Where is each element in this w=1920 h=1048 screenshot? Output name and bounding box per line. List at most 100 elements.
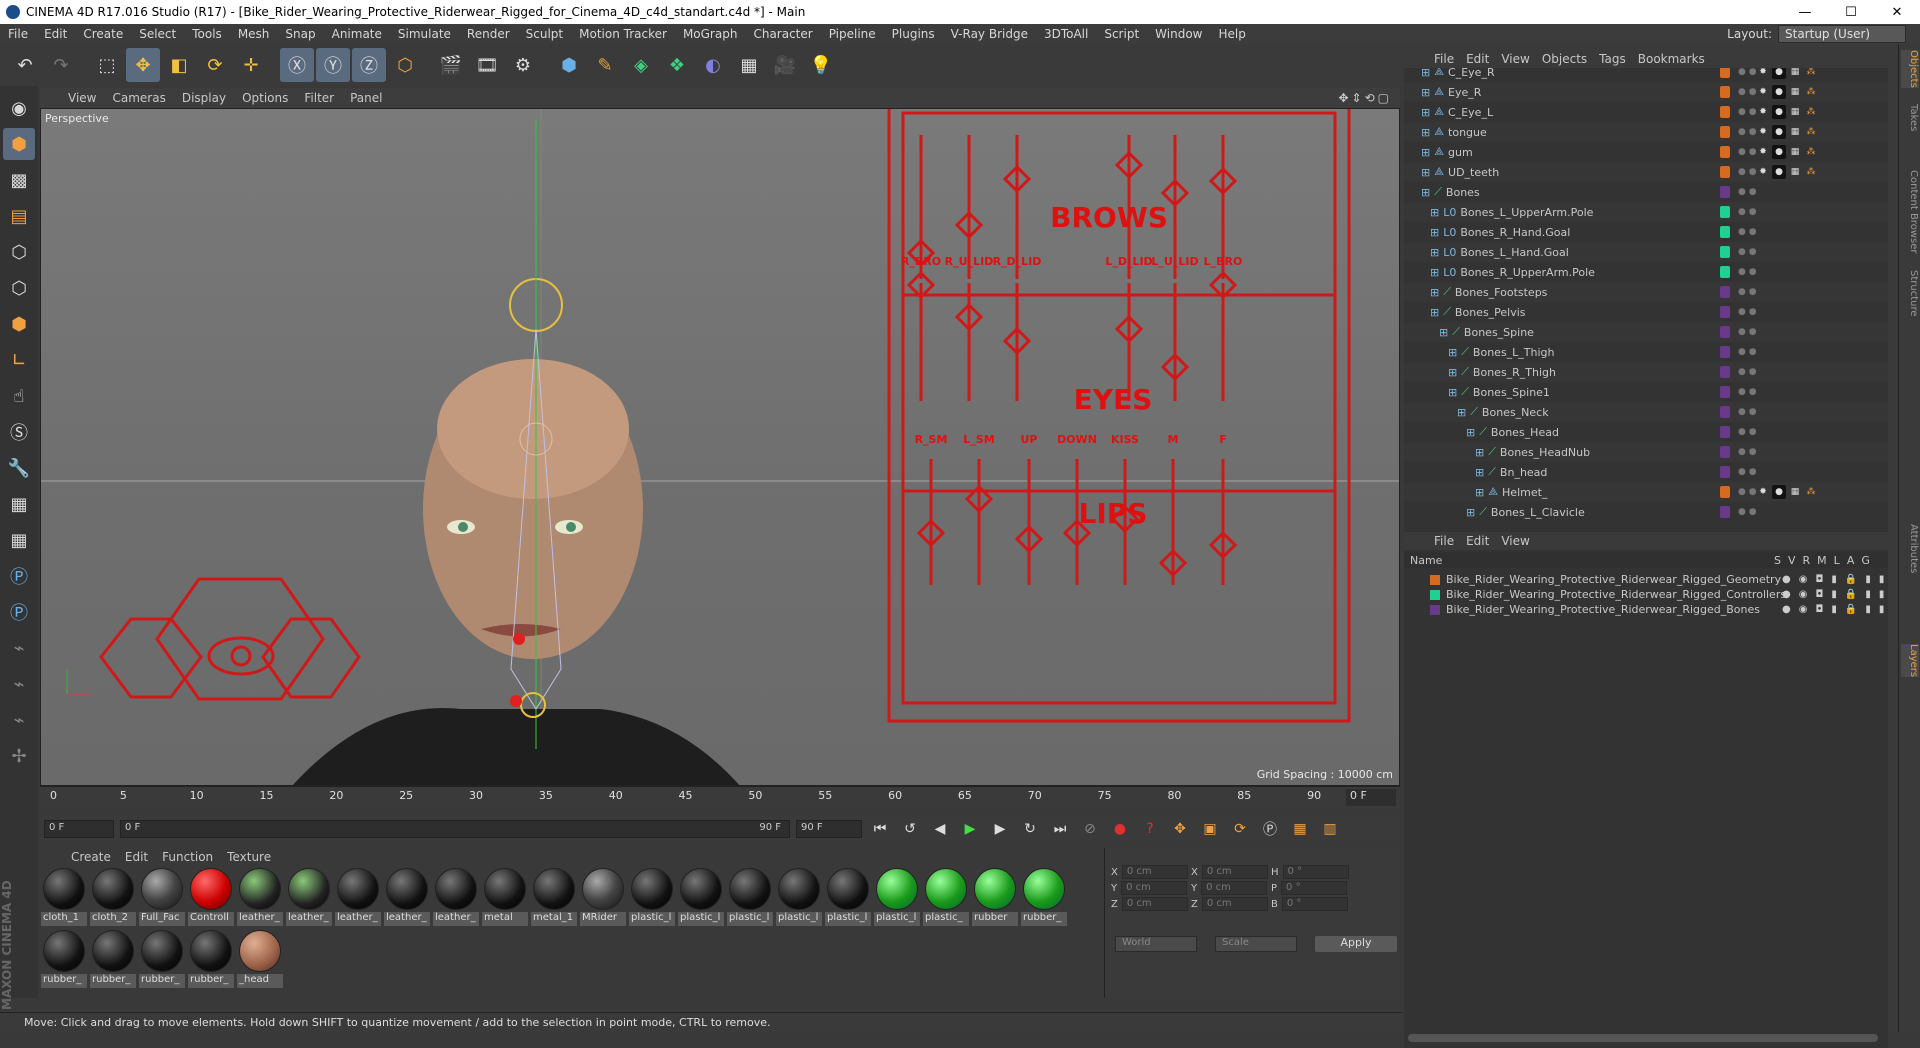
expand-toggle-icon[interactable]: ⊞ — [1475, 486, 1484, 499]
generator-toggle-icon[interactable]: ▮ — [1879, 574, 1885, 585]
visibility-dots-icon[interactable]: ● ● — [1738, 447, 1757, 457]
layer-color-swatch[interactable] — [1720, 186, 1730, 198]
menu-tools[interactable]: Tools — [184, 27, 230, 41]
selection-tag-icon[interactable]: ⁂ — [1804, 485, 1818, 499]
quantize-icon[interactable]: 🔧 — [3, 452, 35, 484]
texture-tag-icon[interactable]: ▦ — [1788, 85, 1802, 99]
apply-button[interactable]: Apply — [1315, 936, 1397, 952]
paint-icon[interactable]: ⌁ — [3, 668, 35, 700]
visible-toggle-icon[interactable]: ◉ — [1799, 589, 1808, 600]
side-tab-takes[interactable]: Takes — [1901, 104, 1919, 131]
layer-color-swatch[interactable] — [1720, 126, 1730, 138]
expand-toggle-icon[interactable]: ⊞ — [1421, 126, 1430, 139]
phong-tag-icon[interactable]: ✸ — [1756, 165, 1770, 179]
layer-color-swatch[interactable] — [1720, 146, 1730, 158]
generator-toggle-icon[interactable]: ▮ — [1879, 589, 1885, 600]
material-item[interactable]: _head — [237, 930, 283, 990]
material-tag-icon[interactable]: ● — [1772, 68, 1786, 79]
visibility-dots-icon[interactable]: ● ● — [1738, 407, 1757, 417]
menu-script[interactable]: Script — [1096, 27, 1147, 41]
layer-color-swatch[interactable] — [1720, 86, 1730, 98]
visibility-dots-icon[interactable]: ● ● — [1738, 207, 1757, 217]
material-item[interactable]: plastic_l — [825, 868, 871, 928]
object-row[interactable]: ⊞ ⟁ C_Eye_R ● ● ✸ ● ▦ ⁂ — [1404, 68, 1888, 82]
scale-tool-icon[interactable]: ◧ — [162, 48, 196, 82]
layer-color-swatch[interactable] — [1720, 346, 1730, 358]
material-menu-function[interactable]: Function — [155, 850, 220, 864]
object-row[interactable]: ⊞ ⟁ C_Eye_L ● ● ✸ ● ▦ ⁂ — [1404, 102, 1888, 122]
deformer-icon[interactable]: ◐ — [696, 48, 730, 82]
layer-icon[interactable]: ⌁ — [3, 632, 35, 664]
side-tab-content-browser[interactable]: Content Browser — [1901, 170, 1919, 253]
layer-color-swatch[interactable] — [1720, 106, 1730, 118]
viewport-nav-icons[interactable]: ✥⇕⟲▢ — [1338, 91, 1400, 105]
coord-pos-x-field[interactable]: 0 cm — [1121, 865, 1188, 879]
menu-snap[interactable]: Snap — [277, 27, 323, 41]
coord-rot-b-field[interactable]: 0 ° — [1281, 897, 1348, 911]
layer-row[interactable]: Bike_Rider_Wearing_Protective_Riderwear_… — [1404, 602, 1888, 617]
menu-file[interactable]: File — [0, 27, 36, 41]
layer-color-swatch[interactable] — [1720, 326, 1730, 338]
layer-color-swatch[interactable] — [1720, 68, 1730, 78]
layer-color-swatch[interactable] — [1720, 286, 1730, 298]
object-row[interactable]: ⊞ ⟋ Bones_HeadNub ● ● — [1404, 442, 1888, 462]
phong-tag-icon[interactable]: ✸ — [1756, 145, 1770, 159]
texture-tag-icon[interactable]: ▦ — [1788, 485, 1802, 499]
layer-color-swatch[interactable] — [1720, 266, 1730, 278]
horizontal-scrollbar[interactable] — [1408, 1034, 1878, 1042]
material-item[interactable]: leather_ — [237, 868, 283, 928]
visibility-dots-icon[interactable]: ● ● — [1738, 427, 1757, 437]
timeline-window-icon[interactable]: ▥ — [1318, 818, 1342, 840]
material-item[interactable]: rubber_ — [1021, 868, 1067, 928]
cube-object-icon[interactable]: ⬢ — [552, 48, 586, 82]
visibility-dots-icon[interactable]: ● ● — [1738, 127, 1757, 137]
expand-toggle-icon[interactable]: ⊞ — [1430, 306, 1439, 319]
coord-size-y-field[interactable]: 0 cm — [1201, 881, 1268, 895]
layer-row[interactable]: Bike_Rider_Wearing_Protective_Riderwear_… — [1404, 587, 1888, 602]
object-menu-bookmarks[interactable]: Bookmarks — [1632, 52, 1711, 66]
material-item[interactable]: rubber_ — [90, 930, 136, 990]
expand-toggle-icon[interactable]: ⊞ — [1430, 266, 1439, 279]
workplane-lock-icon[interactable]: ▦ — [3, 488, 35, 520]
move-tool-icon[interactable]: ✥ — [126, 48, 160, 82]
sculpt-icon[interactable]: ✢ — [3, 740, 35, 772]
material-tag-icon[interactable]: ● — [1772, 85, 1786, 99]
coord-rot-p-field[interactable]: 0 ° — [1281, 881, 1348, 895]
material-item[interactable]: Controll — [188, 868, 234, 928]
material-item[interactable]: plastic_l — [874, 868, 920, 928]
material-item[interactable]: plastic_l — [629, 868, 675, 928]
expand-toggle-icon[interactable]: ⊞ — [1421, 146, 1430, 159]
auto-key-icon[interactable]: ? — [1138, 818, 1162, 840]
snap-icon[interactable]: Ⓢ — [3, 416, 35, 448]
mograph-cloner-icon[interactable]: ❖ — [660, 48, 694, 82]
object-row[interactable]: ⊞ ⟁ UD_teeth ● ● ✸ ● ▦ ⁂ — [1404, 162, 1888, 182]
animation-toggle-icon[interactable]: ▮ — [1865, 589, 1871, 600]
selection-tag-icon[interactable]: ⁂ — [1804, 125, 1818, 139]
layer-color-swatch[interactable] — [1720, 166, 1730, 178]
object-menu-edit[interactable]: Edit — [1460, 52, 1495, 66]
render-toggle-icon[interactable]: ◘ — [1815, 589, 1823, 600]
layer-color-swatch[interactable] — [1720, 366, 1730, 378]
visibility-dots-icon[interactable]: ● ● — [1738, 147, 1757, 157]
close-button[interactable]: ✕ — [1874, 5, 1920, 20]
expand-toggle-icon[interactable]: ⊞ — [1466, 426, 1475, 439]
material-menu-edit[interactable]: Edit — [118, 850, 155, 864]
workplane-icon[interactable]: ▤ — [3, 200, 35, 232]
object-row[interactable]: ⊞ L0 Bones_R_UpperArm.Pole ● ● — [1404, 262, 1888, 282]
expand-toggle-icon[interactable]: ⊞ — [1421, 68, 1430, 79]
menu-help[interactable]: Help — [1210, 27, 1253, 41]
visibility-dots-icon[interactable]: ● ● — [1738, 487, 1757, 497]
expand-toggle-icon[interactable]: ⊞ — [1439, 326, 1448, 339]
layer-color-swatch[interactable] — [1720, 506, 1730, 518]
y-axis-lock-icon[interactable]: Ⓨ — [316, 48, 350, 82]
record-icon[interactable]: ● — [1108, 818, 1132, 840]
expand-toggle-icon[interactable]: ⊞ — [1421, 86, 1430, 99]
key-position-icon[interactable]: ✥ — [1168, 818, 1192, 840]
material-item[interactable]: rubber_ — [41, 930, 87, 990]
texture-tag-icon[interactable]: ▦ — [1788, 145, 1802, 159]
texture-tag-icon[interactable]: ▦ — [1788, 165, 1802, 179]
expand-toggle-icon[interactable]: ⊞ — [1430, 206, 1439, 219]
material-item[interactable]: Full_Fac — [139, 868, 185, 928]
visibility-dots-icon[interactable]: ● ● — [1738, 167, 1757, 177]
expand-toggle-icon[interactable]: ⊞ — [1430, 286, 1439, 299]
